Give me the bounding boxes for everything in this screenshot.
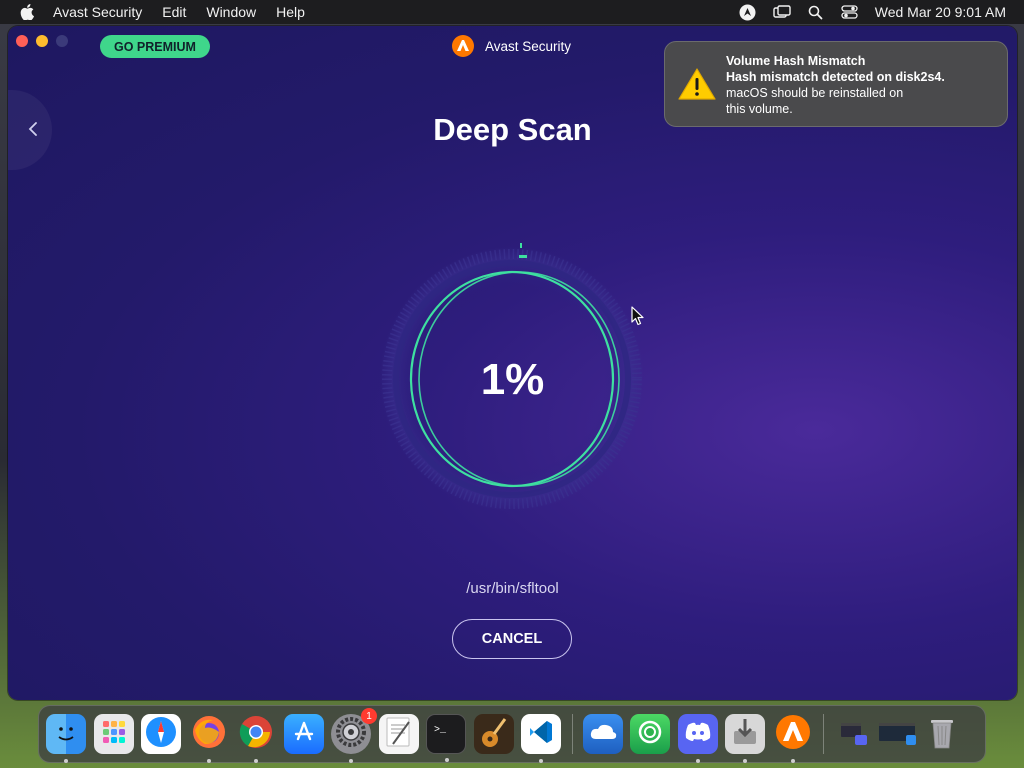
dock-textedit[interactable] (378, 714, 419, 754)
spotlight-search-icon[interactable] (807, 3, 825, 21)
svg-text:>_: >_ (434, 725, 447, 736)
screen-mirroring-icon[interactable] (773, 3, 791, 21)
dock-launchpad[interactable] (93, 714, 134, 754)
window-controls (16, 35, 68, 47)
dock-minimized-window-1[interactable] (834, 714, 874, 754)
dock-installer[interactable] (725, 714, 765, 763)
dock-trash[interactable] (922, 714, 962, 754)
app-title-text: Avast Security (485, 38, 572, 54)
minimized-window-icon (839, 717, 869, 752)
dock-system-settings[interactable]: 1 (331, 708, 377, 763)
dock-avast[interactable] (773, 713, 813, 763)
dock-firefox[interactable] (189, 714, 229, 763)
avast-status-icon[interactable] (739, 3, 757, 21)
dock-app-store[interactable] (283, 714, 324, 754)
launchpad-icon (100, 718, 128, 751)
dock: 1 >_ (38, 705, 986, 763)
dock-terminal[interactable]: >_ (426, 714, 466, 762)
vscode-icon (527, 718, 555, 751)
dock-chrome[interactable] (236, 714, 276, 763)
dock-minimized-window-2[interactable] (878, 714, 918, 754)
finder-icon (52, 718, 80, 751)
go-premium-button[interactable]: GO PREMIUM (100, 35, 210, 58)
menu-help[interactable]: Help (276, 4, 305, 20)
mouse-cursor-icon (631, 306, 644, 326)
notification-banner[interactable]: Volume Hash Mismatch Hash mismatch detec… (664, 41, 1008, 127)
notification-line-1: Hash mismatch detected on disk2s4. (726, 70, 945, 84)
terminal-icon: >_ (432, 721, 460, 748)
menu-clock[interactable]: Wed Mar 20 9:01 AM (875, 4, 1006, 20)
control-center-icon[interactable] (841, 3, 859, 21)
find-my-icon (636, 718, 664, 751)
menu-app-name[interactable]: Avast Security (53, 4, 142, 20)
cancel-scan-button[interactable]: CANCEL (452, 619, 572, 659)
dock-garageband[interactable] (473, 714, 514, 754)
notification-title: Volume Hash Mismatch (726, 54, 866, 68)
firefox-icon (191, 714, 227, 755)
scan-percentage: 1% (480, 355, 545, 404)
textedit-icon (385, 716, 413, 753)
app-title: Avast Security (451, 34, 571, 58)
notification-line-3: this volume. (726, 102, 793, 116)
dock-finder[interactable] (46, 714, 86, 763)
avast-window: GO PREMIUM Avast Security Deep Scan 1% /… (8, 26, 1017, 700)
avast-logo-icon (451, 34, 475, 58)
dock-separator (571, 714, 573, 754)
warning-icon (678, 67, 716, 101)
notification-badge: 1 (361, 708, 377, 724)
dock-vscode[interactable] (521, 714, 561, 763)
weather-icon (588, 721, 618, 748)
avast-icon (774, 713, 812, 756)
safari-icon (144, 715, 178, 754)
apple-menu-icon[interactable] (19, 4, 35, 20)
minimized-window-icon (878, 717, 918, 752)
trash-icon (928, 714, 956, 755)
dock-separator-2 (823, 714, 824, 754)
dock-find-my[interactable] (630, 714, 670, 754)
current-scan-file: /usr/bin/sfltool (466, 580, 559, 597)
dock-discord[interactable] (677, 714, 718, 763)
notification-line-2: macOS should be reinstalled on (726, 86, 904, 100)
zoom-window-button[interactable] (56, 35, 68, 47)
chrome-icon (238, 714, 274, 755)
dock-safari[interactable] (141, 714, 181, 754)
download-icon (731, 717, 759, 752)
menu-bar: Avast Security Edit Window Help Wed Mar … (0, 0, 1024, 24)
minimize-window-button[interactable] (36, 35, 48, 47)
guitar-icon (479, 715, 509, 754)
discord-icon (684, 721, 712, 748)
menu-edit[interactable]: Edit (162, 4, 186, 20)
menu-window[interactable]: Window (206, 4, 256, 20)
dock-weather[interactable] (582, 714, 623, 754)
close-window-button[interactable] (16, 35, 28, 47)
app-store-icon (291, 719, 317, 750)
